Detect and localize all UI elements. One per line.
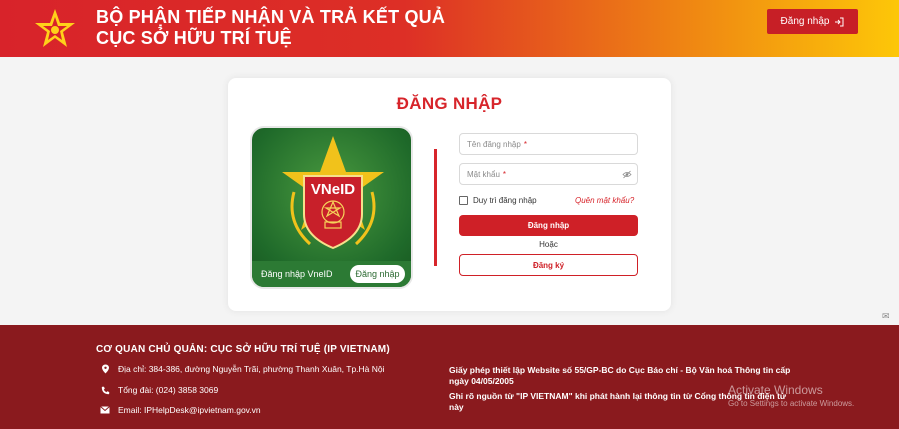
password-field[interactable]: Mật khẩu * (459, 163, 638, 185)
activation-line2: Go to Settings to activate Windows. (728, 399, 855, 408)
footer-address: Địa chỉ: 384-386, đường Nguyễn Trãi, phư… (100, 364, 385, 374)
vneid-login-button[interactable]: Đăng nhập (350, 265, 405, 283)
site-title-line2: CỤC SỞ HỮU TRÍ TUỆ (96, 28, 292, 48)
login-arrow-icon (835, 17, 844, 26)
vertical-divider (434, 149, 437, 266)
vneid-emblem-icon: VNeID (282, 136, 384, 250)
footer-phone: Tổng đài: (024) 3858 3069 (100, 385, 218, 395)
map-pin-icon (100, 364, 110, 374)
vneid-login-label: Đăng nhập VneID (261, 269, 333, 279)
site-title-line1: BỘ PHẬN TIẾP NHẬN VÀ TRẢ KẾT QUẢ (96, 7, 446, 27)
footer-phone-text: Tổng đài: (024) 3858 3069 (118, 385, 219, 395)
footer-email-text: Email: IPHelpDesk@ipvietnam.gov.vn (118, 405, 261, 415)
header-login-label: Đăng nhập (780, 16, 830, 27)
login-title: ĐĂNG NHẬP (396, 94, 503, 113)
or-separator: Hoặc (539, 240, 558, 249)
vneid-login-bar: Đăng nhập VneID Đăng nhập (252, 261, 411, 287)
activation-line1: Activate Windows (728, 383, 823, 397)
footer-address-text: Địa chỉ: 384-386, đường Nguyễn Trãi, phư… (118, 364, 385, 374)
login-submit-button[interactable]: Đăng nhập (459, 215, 638, 236)
username-field[interactable]: Tên đăng nhập * (459, 133, 638, 155)
floating-widget-icon[interactable]: ✉ (882, 311, 894, 323)
username-required-mark: * (523, 139, 527, 149)
logo-star-icon (35, 9, 75, 47)
username-placeholder: Tên đăng nhập (467, 139, 521, 149)
site-footer: CƠ QUAN CHỦ QUẢN: CỤC SỞ HỮU TRÍ TUỆ (IP… (0, 325, 899, 429)
password-placeholder: Mật khẩu (467, 169, 500, 179)
header-login-button[interactable]: Đăng nhập (767, 9, 858, 34)
login-card: ĐĂNG NHẬP VNeID Đăng nhập VneID Đăng nhậ… (228, 78, 671, 311)
remember-checkbox[interactable] (459, 196, 468, 205)
windows-activation-watermark: Activate Windows Go to Settings to activ… (728, 383, 854, 408)
remember-me[interactable]: Duy trì đăng nhập (459, 196, 537, 205)
register-button[interactable]: Đăng ký (459, 254, 638, 276)
envelope-icon (100, 405, 110, 415)
phone-icon (100, 385, 110, 395)
remember-label: Duy trì đăng nhập (473, 196, 537, 205)
footer-email: Email: IPHelpDesk@ipvietnam.gov.vn (100, 405, 261, 415)
site-header: BỘ PHẬN TIẾP NHẬN VÀ TRẢ KẾT QUẢ CỤC SỞ … (0, 0, 899, 57)
vneid-brand-text: VNeID (311, 181, 355, 198)
eye-slash-icon[interactable] (622, 170, 632, 179)
vneid-panel: VNeID Đăng nhập VneID Đăng nhập (250, 126, 413, 289)
site-title: BỘ PHẬN TIẾP NHẬN VÀ TRẢ KẾT QUẢ CỤC SỞ … (96, 7, 445, 49)
password-required-mark: * (502, 169, 507, 179)
footer-agency: CƠ QUAN CHỦ QUẢN: CỤC SỞ HỮU TRÍ TUỆ (IP… (96, 344, 390, 355)
forgot-password-link[interactable]: Quên mật khẩu? (575, 196, 634, 205)
